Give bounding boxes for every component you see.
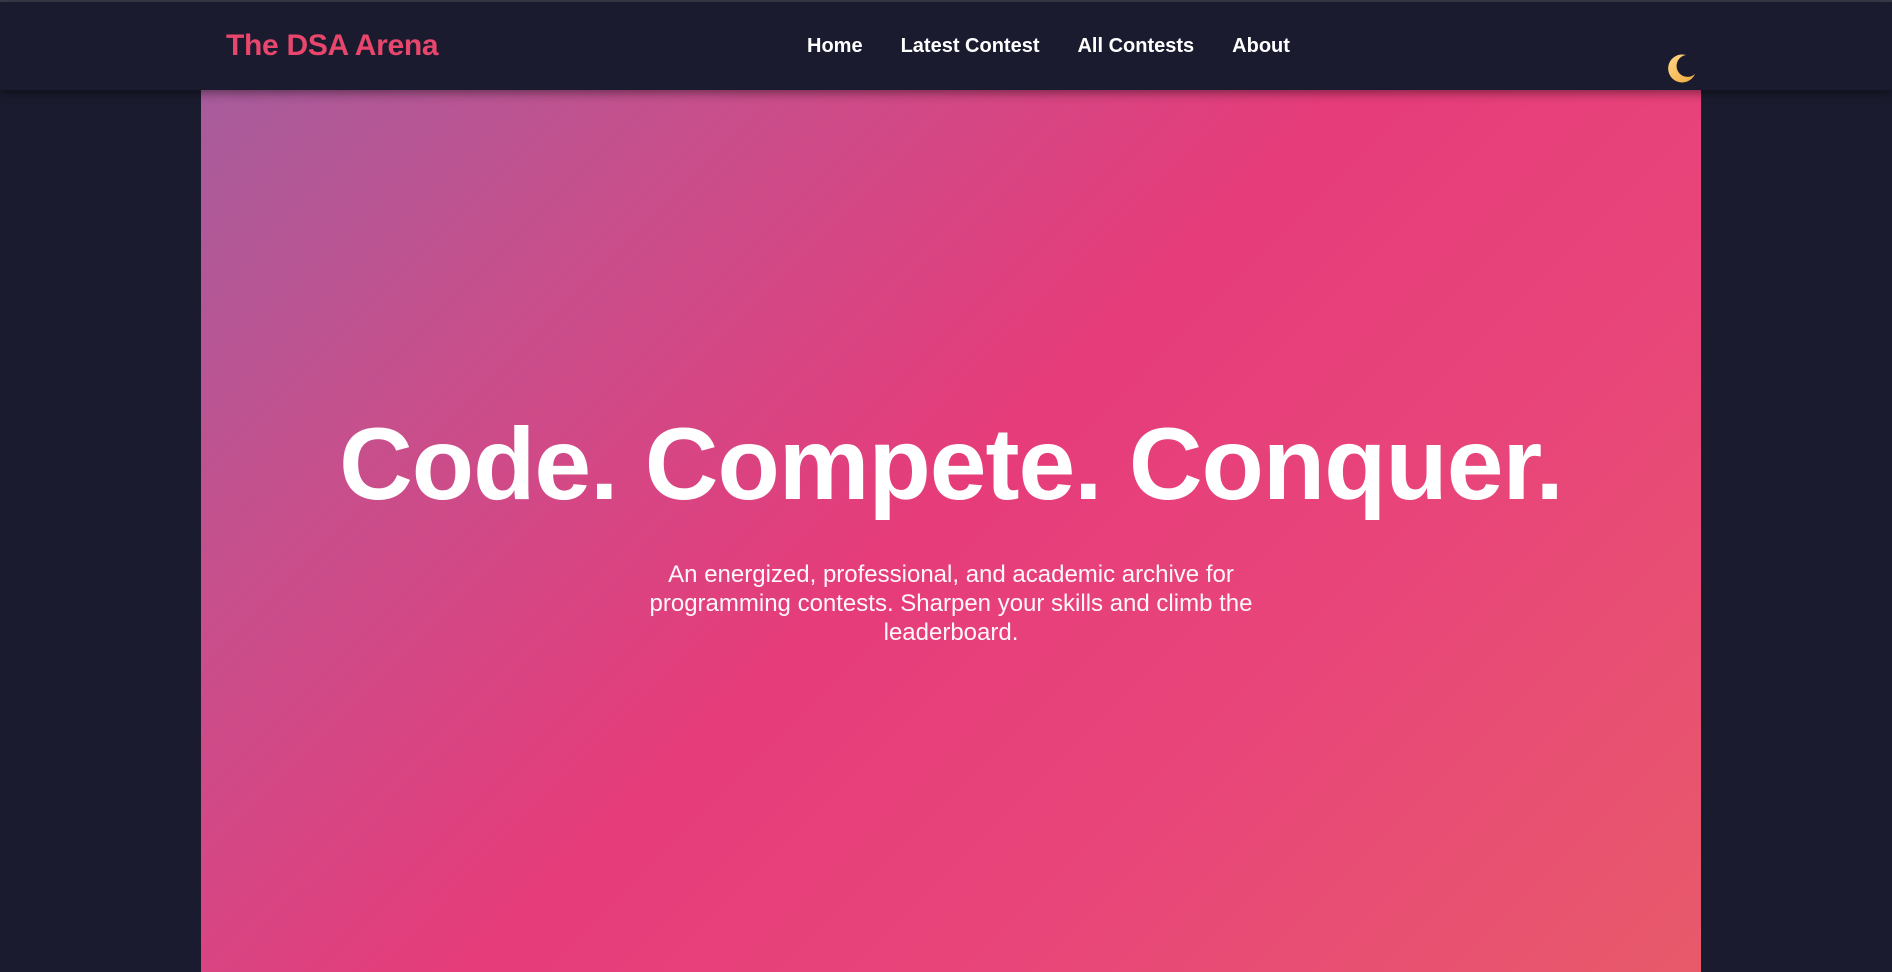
moon-icon	[1668, 54, 1695, 83]
nav-link-home[interactable]: Home	[807, 35, 863, 58]
nav-link-latest-contest[interactable]: Latest Contest	[901, 35, 1040, 58]
nav-link-all-contests[interactable]: All Contests	[1077, 35, 1194, 58]
theme-toggle-button[interactable]	[1664, 52, 1698, 86]
brand-logo[interactable]: The DSA Arena	[226, 29, 439, 63]
nav-link-about[interactable]: About	[1232, 35, 1290, 58]
navbar: The DSA Arena Home Latest Contest All Co…	[0, 2, 1892, 90]
hero-title: Code. Compete. Conquer.	[339, 407, 1564, 521]
nav-links: Home Latest Contest All Contests About	[807, 35, 1290, 58]
hero-subtitle: An energized, professional, and academic…	[649, 561, 1253, 646]
hero-section: Code. Compete. Conquer. An energized, pr…	[201, 90, 1701, 972]
